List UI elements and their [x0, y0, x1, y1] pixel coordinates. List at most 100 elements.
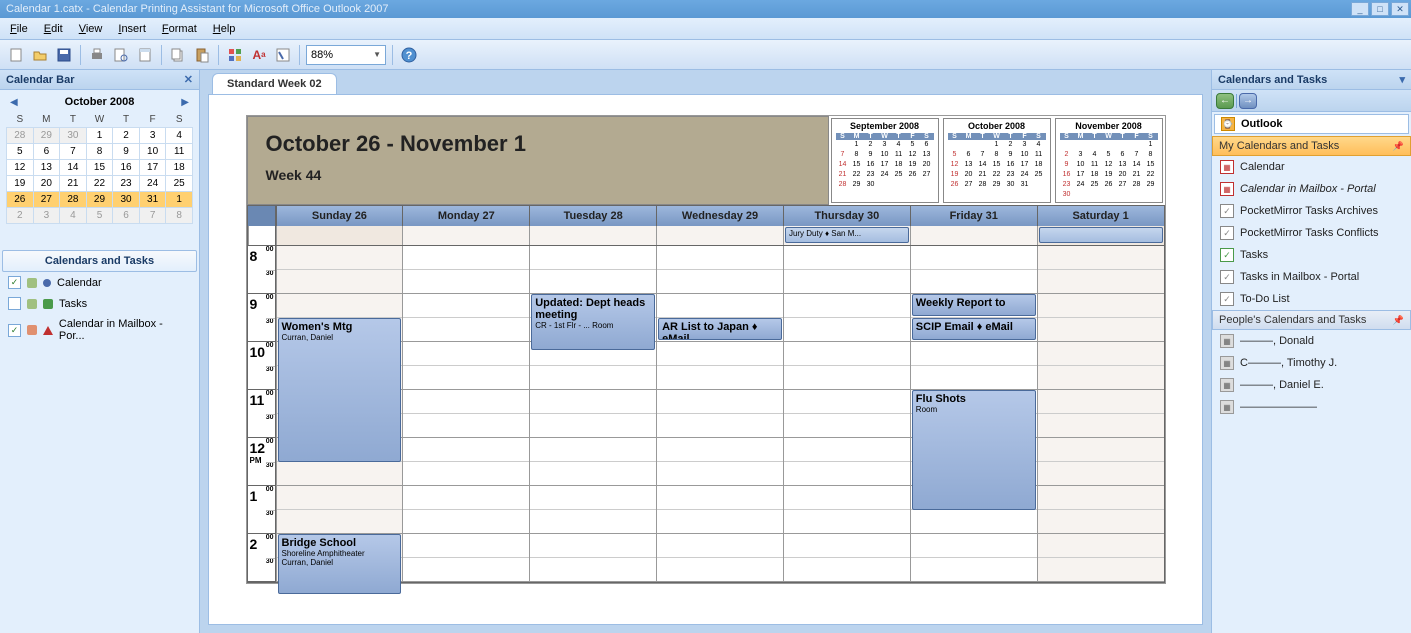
time-slot[interactable]	[530, 462, 656, 486]
page-setup-icon[interactable]	[135, 45, 155, 65]
mini-calendar-table[interactable]: SMTWTFS282930123456789101112131415161718…	[6, 112, 193, 224]
time-slot[interactable]	[403, 462, 529, 486]
menu-view[interactable]: View	[71, 20, 111, 38]
date-cell[interactable]: 28	[7, 128, 34, 144]
time-slot[interactable]	[911, 366, 1037, 390]
time-slot[interactable]	[403, 510, 529, 534]
calendar-list-item[interactable]: ▦Calendar in Mailbox - Portal	[1212, 178, 1411, 200]
time-slot[interactable]	[277, 486, 403, 510]
allday-event[interactable]: Jury Duty ♦ San M...	[785, 227, 909, 243]
allday-cell[interactable]	[529, 226, 656, 245]
save-icon[interactable]	[54, 45, 74, 65]
add-calendar-forward-icon[interactable]: →	[1239, 93, 1257, 109]
time-slot[interactable]	[657, 486, 783, 510]
time-slot[interactable]	[530, 486, 656, 510]
paste-icon[interactable]	[192, 45, 212, 65]
date-cell[interactable]: 14	[60, 160, 87, 176]
time-slot[interactable]	[911, 510, 1037, 534]
time-slot[interactable]	[1038, 246, 1164, 270]
time-slot[interactable]	[657, 390, 783, 414]
allday-cell[interactable]: Jury Duty ♦ San M...	[783, 226, 910, 245]
date-cell[interactable]: 26	[7, 192, 34, 208]
time-slot[interactable]	[1038, 558, 1164, 582]
date-cell[interactable]: 7	[60, 144, 87, 160]
zoom-combo[interactable]: 88% ▼	[306, 45, 386, 65]
allday-event[interactable]	[1039, 227, 1163, 243]
date-cell[interactable]: 4	[166, 128, 193, 144]
time-slot[interactable]	[784, 438, 910, 462]
date-cell[interactable]: 4	[60, 208, 87, 224]
time-slot[interactable]	[657, 462, 783, 486]
pin-icon[interactable]: 📌	[1393, 315, 1404, 326]
date-cell[interactable]: 27	[33, 192, 60, 208]
time-slot[interactable]	[911, 558, 1037, 582]
menu-help[interactable]: Help	[205, 20, 244, 38]
date-cell[interactable]: 3	[139, 128, 166, 144]
time-slot[interactable]	[277, 462, 403, 486]
time-slot[interactable]	[530, 246, 656, 270]
maximize-button[interactable]: □	[1371, 2, 1389, 16]
time-slot[interactable]	[403, 366, 529, 390]
pin-icon[interactable]: 📌	[1393, 141, 1404, 152]
date-cell[interactable]: 8	[166, 208, 193, 224]
date-cell[interactable]: 3	[33, 208, 60, 224]
time-slot[interactable]	[784, 414, 910, 438]
time-slot[interactable]	[784, 534, 910, 558]
checkbox[interactable]: ✓	[8, 276, 21, 289]
time-slot[interactable]	[277, 510, 403, 534]
time-slot[interactable]	[1038, 366, 1164, 390]
time-slot[interactable]	[1038, 414, 1164, 438]
calendar-item[interactable]: ✓ Calendar	[2, 272, 197, 293]
date-cell[interactable]: 24	[139, 176, 166, 192]
time-slot[interactable]	[657, 366, 783, 390]
font-icon[interactable]: Aa	[249, 45, 269, 65]
time-slot[interactable]	[403, 486, 529, 510]
time-slot[interactable]	[784, 318, 910, 342]
time-slot[interactable]	[657, 294, 783, 318]
time-slot[interactable]	[657, 510, 783, 534]
time-slot[interactable]	[530, 534, 656, 558]
next-month-icon[interactable]: ▶	[177, 97, 193, 108]
time-slot[interactable]	[657, 558, 783, 582]
calendar-list-item[interactable]: ▦———, Daniel E.	[1212, 374, 1411, 396]
calendar-list-item[interactable]: ▦C———, Timothy J.	[1212, 352, 1411, 374]
time-slot[interactable]	[911, 342, 1037, 366]
date-cell[interactable]: 12	[7, 160, 34, 176]
time-slot[interactable]	[784, 390, 910, 414]
time-slot[interactable]	[277, 246, 403, 270]
time-slot[interactable]	[530, 366, 656, 390]
date-cell[interactable]: 6	[33, 144, 60, 160]
outlook-node[interactable]: ⌚ Outlook	[1214, 114, 1409, 134]
allday-cell[interactable]	[656, 226, 783, 245]
date-cell[interactable]: 29	[33, 128, 60, 144]
date-cell[interactable]: 17	[139, 160, 166, 176]
allday-cell[interactable]	[276, 226, 403, 245]
allday-cell[interactable]	[1037, 226, 1164, 245]
time-slot[interactable]	[1038, 510, 1164, 534]
time-slot[interactable]	[403, 438, 529, 462]
menu-format[interactable]: Format	[154, 20, 205, 38]
calendar-event[interactable]: Women's MtgCurran, Daniel	[278, 318, 402, 462]
time-slot[interactable]	[403, 294, 529, 318]
date-cell[interactable]: 13	[33, 160, 60, 176]
time-slot[interactable]	[784, 462, 910, 486]
time-slot[interactable]	[1038, 342, 1164, 366]
time-slot[interactable]	[403, 342, 529, 366]
time-slot[interactable]	[657, 438, 783, 462]
date-cell[interactable]: 7	[139, 208, 166, 224]
date-cell[interactable]: 23	[113, 176, 140, 192]
menu-insert[interactable]: Insert	[110, 20, 154, 38]
allday-cell[interactable]	[402, 226, 529, 245]
calendar-event[interactable]: Updated: Dept heads meetingCR - 1st Flr …	[531, 294, 655, 350]
time-slot[interactable]	[784, 366, 910, 390]
checkbox[interactable]	[8, 297, 21, 310]
time-slot[interactable]	[911, 270, 1037, 294]
calendar-event[interactable]: Bridge SchoolShoreline AmphitheaterCurra…	[278, 534, 402, 594]
date-cell[interactable]: 28	[60, 192, 87, 208]
calendar-event[interactable]: SCIP Email ♦ eMail	[912, 318, 1036, 340]
date-cell[interactable]: 5	[7, 144, 34, 160]
time-slot[interactable]	[530, 414, 656, 438]
time-slot[interactable]	[530, 438, 656, 462]
time-slot[interactable]	[784, 486, 910, 510]
time-slot[interactable]	[911, 246, 1037, 270]
